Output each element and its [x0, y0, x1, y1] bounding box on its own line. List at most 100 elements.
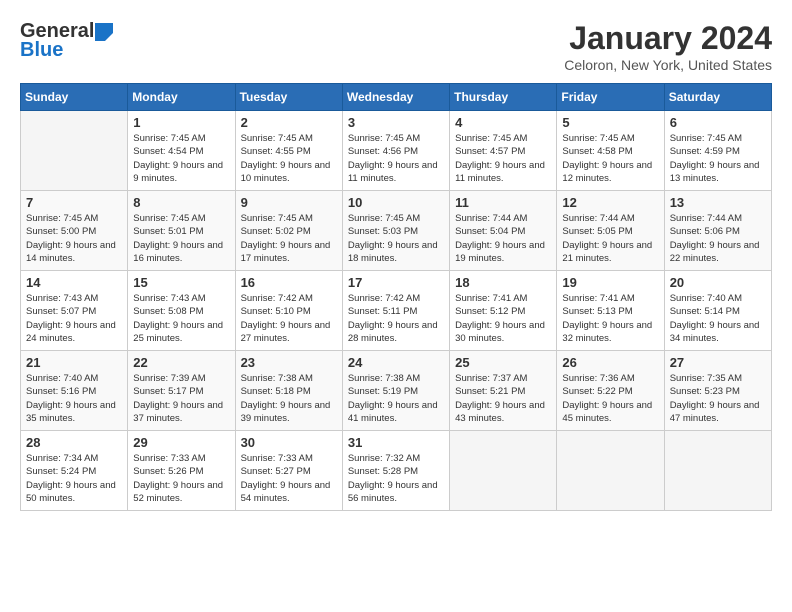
day-info: Sunrise: 7:40 AMSunset: 5:14 PMDaylight:…: [670, 292, 766, 345]
sunset-text: Sunset: 5:10 PM: [241, 305, 337, 318]
day-info: Sunrise: 7:33 AMSunset: 5:26 PMDaylight:…: [133, 452, 229, 505]
calendar-header-row: SundayMondayTuesdayWednesdayThursdayFrid…: [21, 84, 772, 111]
location: Celoron, New York, United States: [564, 57, 772, 73]
day-of-week-header: Monday: [128, 84, 235, 111]
sunset-text: Sunset: 5:23 PM: [670, 385, 766, 398]
sunrise-text: Sunrise: 7:44 AM: [455, 212, 551, 225]
day-number: 30: [241, 435, 337, 450]
sunrise-text: Sunrise: 7:45 AM: [26, 212, 122, 225]
calendar-cell: 29Sunrise: 7:33 AMSunset: 5:26 PMDayligh…: [128, 431, 235, 511]
calendar-body: 1Sunrise: 7:45 AMSunset: 4:54 PMDaylight…: [21, 111, 772, 511]
sunset-text: Sunset: 5:07 PM: [26, 305, 122, 318]
day-info: Sunrise: 7:41 AMSunset: 5:12 PMDaylight:…: [455, 292, 551, 345]
day-info: Sunrise: 7:45 AMSunset: 5:00 PMDaylight:…: [26, 212, 122, 265]
day-info: Sunrise: 7:45 AMSunset: 4:59 PMDaylight:…: [670, 132, 766, 185]
calendar-cell: [450, 431, 557, 511]
calendar-cell: 15 Sunrise: 7:43 AMSunset: 5:08 PMDayligh…: [128, 271, 235, 351]
day-number: 8: [133, 195, 229, 210]
day-of-week-header: Thursday: [450, 84, 557, 111]
day-info: Sunrise: 7:45 AMSunset: 4:54 PMDaylight:…: [133, 132, 229, 185]
sunrise-text: Sunrise: 7:34 AM: [26, 452, 122, 465]
calendar-cell: 30Sunrise: 7:33 AMSunset: 5:27 PMDayligh…: [235, 431, 342, 511]
day-number: 31: [348, 435, 444, 450]
sunset-text: Sunset: 5:02 PM: [241, 225, 337, 238]
sunrise-text: Sunrise: 7:38 AM: [241, 372, 337, 385]
daylight-text: Daylight: 9 hours and 27 minutes.: [241, 319, 337, 346]
day-number: 7: [26, 195, 122, 210]
day-number: 13: [670, 195, 766, 210]
calendar-week-row: 21Sunrise: 7:40 AMSunset: 5:16 PMDayligh…: [21, 351, 772, 431]
day-info: Sunrise: 7:42 AMSunset: 5:11 PMDaylight:…: [348, 292, 444, 345]
logo-blue: Blue: [20, 39, 63, 62]
daylight-text: Daylight: 9 hours and 24 minutes.: [26, 319, 122, 346]
calendar-table: SundayMondayTuesdayWednesdayThursdayFrid…: [20, 83, 772, 511]
logo-icon: [95, 23, 113, 41]
day-number: 2: [241, 115, 337, 130]
sunrise-text: Sunrise: 7:37 AM: [455, 372, 551, 385]
day-number: 4: [455, 115, 551, 130]
calendar-cell: 22Sunrise: 7:39 AMSunset: 5:17 PMDayligh…: [128, 351, 235, 431]
day-info: Sunrise: 7:45 AMSunset: 4:57 PMDaylight:…: [455, 132, 551, 185]
day-number: 17: [348, 275, 444, 290]
daylight-text: Daylight: 9 hours and 11 minutes.: [455, 159, 551, 186]
sunset-text: Sunset: 5:17 PM: [133, 385, 229, 398]
daylight-text: Daylight: 9 hours and 37 minutes.: [133, 399, 229, 426]
day-number: 10: [348, 195, 444, 210]
daylight-text: Daylight: 9 hours and 11 minutes.: [348, 159, 444, 186]
daylight-text: Daylight: 9 hours and 13 minutes.: [670, 159, 766, 186]
calendar-cell: 21Sunrise: 7:40 AMSunset: 5:16 PMDayligh…: [21, 351, 128, 431]
calendar-cell: 25Sunrise: 7:37 AMSunset: 5:21 PMDayligh…: [450, 351, 557, 431]
calendar-week-row: 1Sunrise: 7:45 AMSunset: 4:54 PMDaylight…: [21, 111, 772, 191]
day-info: Sunrise: 7:38 AMSunset: 5:18 PMDaylight:…: [241, 372, 337, 425]
sunrise-text: Sunrise: 7:45 AM: [241, 212, 337, 225]
calendar-cell: [557, 431, 664, 511]
daylight-text: Daylight: 9 hours and 14 minutes.: [26, 239, 122, 266]
calendar-cell: 12Sunrise: 7:44 AMSunset: 5:05 PMDayligh…: [557, 191, 664, 271]
calendar-cell: 20Sunrise: 7:40 AMSunset: 5:14 PMDayligh…: [664, 271, 771, 351]
sunrise-text: Sunrise: 7:41 AM: [455, 292, 551, 305]
sunset-text: Sunset: 5:22 PM: [562, 385, 658, 398]
calendar-cell: 26Sunrise: 7:36 AMSunset: 5:22 PMDayligh…: [557, 351, 664, 431]
title-area: January 2024 Celoron, New York, United S…: [564, 20, 772, 73]
sunrise-text: Sunrise: 7:45 AM: [133, 212, 229, 225]
sunrise-text: Sunrise: 7:41 AM: [562, 292, 658, 305]
calendar-cell: 14 Sunrise: 7:43 AMSunset: 5:07 PMDayligh…: [21, 271, 128, 351]
day-number: 21: [26, 355, 122, 370]
day-number: 15: [133, 275, 229, 290]
day-info: Sunrise: 7:45 AMSunset: 5:03 PMDaylight:…: [348, 212, 444, 265]
sunrise-text: Sunrise: 7:42 AM: [241, 292, 337, 305]
calendar-cell: 16Sunrise: 7:42 AMSunset: 5:10 PMDayligh…: [235, 271, 342, 351]
sunset-text: Sunset: 5:21 PM: [455, 385, 551, 398]
day-number: 14: [26, 275, 122, 290]
day-info: Sunrise: 7:45 AMSunset: 4:55 PMDaylight:…: [241, 132, 337, 185]
sunrise-text: Sunrise: 7:36 AM: [562, 372, 658, 385]
daylight-text: Daylight: 9 hours and 17 minutes.: [241, 239, 337, 266]
daylight-text: Daylight: 9 hours and 56 minutes.: [348, 479, 444, 506]
daylight-text: Daylight: 9 hours and 54 minutes.: [241, 479, 337, 506]
calendar-cell: 23 Sunrise: 7:38 AMSunset: 5:18 PMDayligh…: [235, 351, 342, 431]
daylight-text: Daylight: 9 hours and 52 minutes.: [133, 479, 229, 506]
day-number: 12: [562, 195, 658, 210]
sunrise-text: Sunrise: 7:43 AM: [133, 292, 229, 305]
sunrise-text: Sunrise: 7:44 AM: [562, 212, 658, 225]
calendar-cell: [664, 431, 771, 511]
sunset-text: Sunset: 5:01 PM: [133, 225, 229, 238]
calendar-week-row: 7 Sunrise: 7:45 AMSunset: 5:00 PMDaylight…: [21, 191, 772, 271]
daylight-text: Daylight: 9 hours and 9 minutes.: [133, 159, 229, 186]
sunset-text: Sunset: 4:58 PM: [562, 145, 658, 158]
day-number: 23: [241, 355, 337, 370]
daylight-text: Daylight: 9 hours and 25 minutes.: [133, 319, 229, 346]
daylight-text: Daylight: 9 hours and 45 minutes.: [562, 399, 658, 426]
sunset-text: Sunset: 5:11 PM: [348, 305, 444, 318]
sunrise-text: Sunrise: 7:35 AM: [670, 372, 766, 385]
day-number: 9: [241, 195, 337, 210]
daylight-text: Daylight: 9 hours and 39 minutes.: [241, 399, 337, 426]
day-of-week-header: Wednesday: [342, 84, 449, 111]
sunrise-text: Sunrise: 7:43 AM: [26, 292, 122, 305]
sunset-text: Sunset: 5:08 PM: [133, 305, 229, 318]
day-info: Sunrise: 7:34 AMSunset: 5:24 PMDaylight:…: [26, 452, 122, 505]
sunset-text: Sunset: 4:54 PM: [133, 145, 229, 158]
calendar-cell: 5Sunrise: 7:45 AMSunset: 4:58 PMDaylight…: [557, 111, 664, 191]
calendar-cell: 1Sunrise: 7:45 AMSunset: 4:54 PMDaylight…: [128, 111, 235, 191]
calendar-cell: 8Sunrise: 7:45 AMSunset: 5:01 PMDaylight…: [128, 191, 235, 271]
